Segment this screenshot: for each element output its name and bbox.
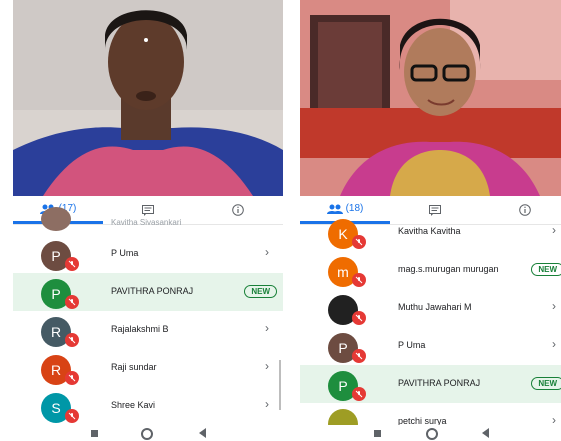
chevron-right-icon[interactable]: ›	[265, 397, 269, 411]
back-button[interactable]	[199, 428, 206, 438]
chevron-right-icon[interactable]: ›	[552, 299, 556, 313]
video-feed-right	[300, 0, 561, 196]
new-badge: NEW	[531, 263, 561, 276]
recent-apps-button[interactable]	[91, 430, 98, 437]
chevron-right-icon[interactable]: ›	[265, 245, 269, 259]
mic-off-icon	[352, 387, 366, 401]
participant-list[interactable]: K Kavitha Kavitha › m mag.s.murugan murugan N…	[300, 213, 561, 441]
android-nav-bar	[13, 425, 283, 441]
chevron-right-icon[interactable]: ›	[552, 337, 556, 351]
list-item[interactable]: P PAVITHRA PONRAJ NEW	[13, 273, 283, 311]
list-item[interactable]: R Raji sundar ›	[13, 349, 283, 387]
mic-off-icon	[352, 235, 366, 249]
video-feed-left	[13, 0, 283, 196]
participant-name: Kavitha Sivasankari	[111, 218, 182, 227]
mic-off-icon	[65, 409, 79, 423]
mic-off-icon	[65, 295, 79, 309]
mic-off-icon	[352, 273, 366, 287]
chat-icon	[142, 204, 154, 216]
participant-list[interactable]: Kavitha Sivasankari PP Uma › P PAVITHRA PON…	[13, 207, 283, 425]
people-icon	[326, 204, 343, 214]
avatar	[41, 207, 71, 231]
list-item[interactable]: P PAVITHRA PONRAJ NEW	[300, 365, 561, 403]
tab-info[interactable]	[193, 196, 283, 224]
list-item[interactable]: m mag.s.murugan murugan NEW	[300, 251, 561, 289]
mic-off-icon	[65, 333, 79, 347]
back-button[interactable]	[482, 428, 489, 438]
info-icon	[232, 204, 244, 216]
list-item[interactable]: R Rajalakshmi B ›	[13, 311, 283, 349]
chevron-right-icon[interactable]: ›	[265, 321, 269, 335]
new-badge: NEW	[244, 285, 277, 298]
participant-name: Raji sundar	[111, 362, 157, 372]
list-item[interactable]: S Shree Kavi ›	[13, 387, 283, 425]
mic-off-icon	[65, 257, 79, 271]
participant-name: PAVITHRA PONRAJ	[398, 378, 481, 388]
chevron-right-icon[interactable]: ›	[552, 223, 556, 237]
participant-name: Shree Kavi	[111, 400, 156, 410]
participant-name: Kavitha Kavitha	[398, 226, 461, 236]
scrollbar[interactable]	[279, 360, 281, 410]
mic-off-icon	[352, 311, 366, 325]
mic-off-icon	[65, 371, 79, 385]
recent-apps-button[interactable]	[374, 430, 381, 437]
left-meet-panel: (17) Kavitha Sivasankari PP Uma › P PAVITHR…	[13, 0, 283, 441]
participant-name: P Uma	[398, 340, 426, 350]
participant-name: Muthu Jawahari M	[398, 302, 472, 312]
participant-name: mag.s.murugan murugan	[398, 264, 499, 274]
list-item[interactable]: Kavitha Sivasankari	[13, 207, 283, 235]
list-item[interactable]: K Kavitha Kavitha ›	[300, 213, 561, 251]
list-item[interactable]: PP Uma ›	[13, 235, 283, 273]
mic-off-icon	[352, 349, 366, 363]
list-item[interactable]: PP Uma ›	[300, 327, 561, 365]
chevron-right-icon[interactable]: ›	[265, 359, 269, 373]
participant-name: P Uma	[111, 248, 139, 258]
home-button[interactable]	[141, 428, 153, 440]
new-badge: NEW	[531, 377, 561, 390]
participant-name: PAVITHRA PONRAJ	[111, 286, 194, 296]
list-item[interactable]: Muthu Jawahari M ›	[300, 289, 561, 327]
home-button[interactable]	[426, 428, 438, 440]
android-nav-bar	[300, 425, 561, 441]
participant-name: Rajalakshmi B	[111, 324, 169, 334]
right-meet-panel: (18) K Kavitha Kavitha › m mag.s.murugan mur…	[300, 0, 561, 441]
